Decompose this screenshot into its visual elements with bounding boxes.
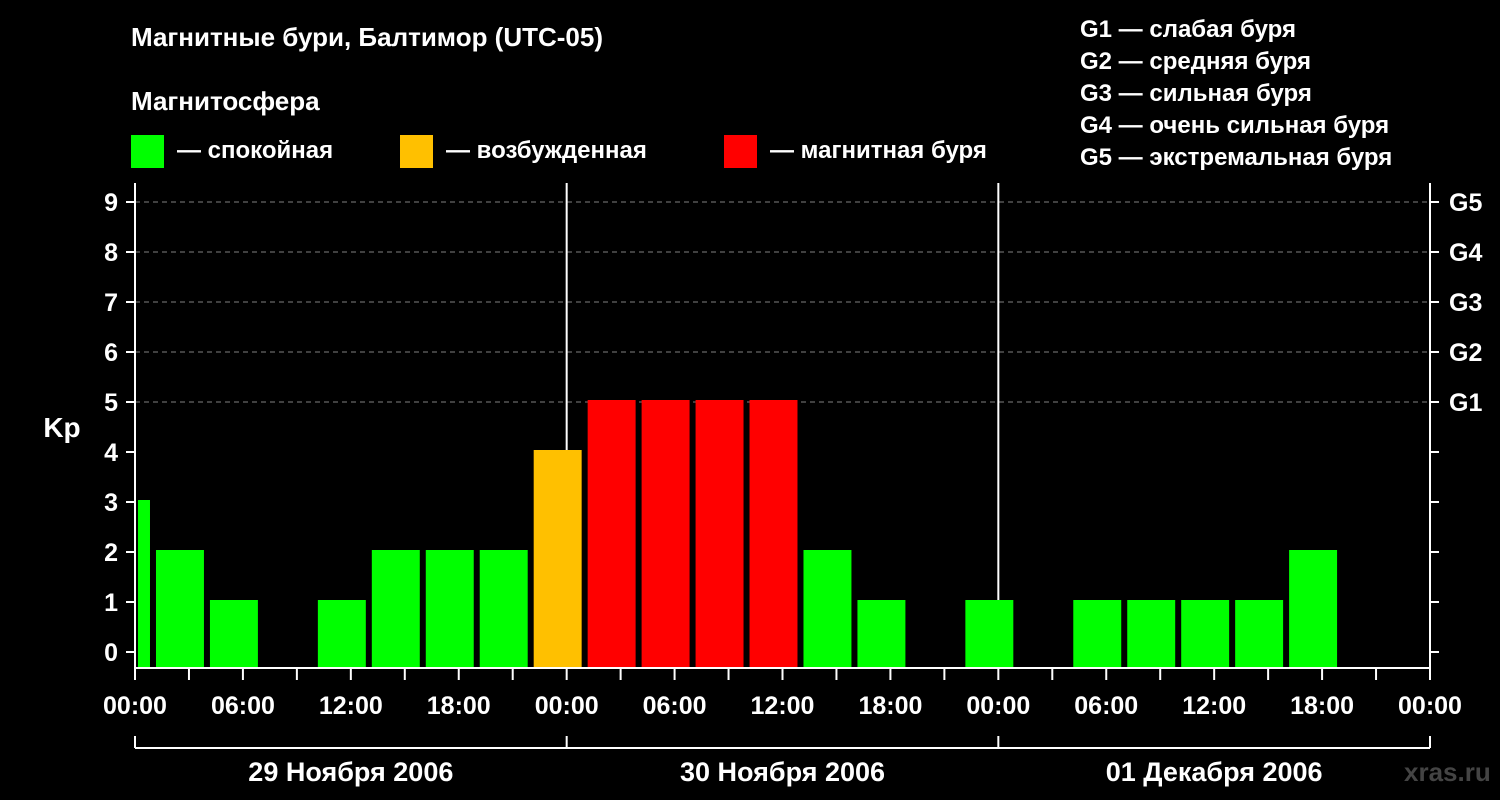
- kp-bar: [209, 600, 258, 668]
- day-label: 30 Ноября 2006: [680, 757, 885, 787]
- y-tick-label: 2: [104, 539, 118, 567]
- y-tick-label: 5: [104, 389, 118, 417]
- y-tick-label: 6: [104, 339, 118, 367]
- kp-bar: [641, 400, 690, 668]
- kp-bar: [587, 400, 636, 668]
- watermark: xras.ru: [1404, 757, 1491, 787]
- x-tick-label: 12:00: [319, 692, 383, 720]
- kp-chart: 0 1 2 3 4 5 6 7 8 9 G1 G2 G3 G4 G5 Kp 00:00 06:00 12:00 18:…: [43, 183, 1482, 787]
- x-tick-label: 18:00: [427, 692, 491, 720]
- kp-bar: [1235, 600, 1284, 668]
- g-scale-label: G1: [1449, 389, 1482, 417]
- kp-bar: [695, 400, 744, 668]
- x-tick-label: 06:00: [211, 692, 275, 720]
- x-tick-label: 00:00: [103, 692, 167, 720]
- day-label: 01 Декабря 2006: [1106, 757, 1323, 787]
- x-tick-label: 18:00: [1290, 692, 1354, 720]
- g-scale-label: G2: [1449, 339, 1482, 367]
- kp-bar: [138, 500, 150, 668]
- y-tick-label: 1: [104, 589, 118, 617]
- x-tick-label: 06:00: [1074, 692, 1138, 720]
- y-tick-label: 9: [104, 189, 118, 217]
- kp-bar: [425, 550, 474, 668]
- y-tick-label: 7: [104, 289, 118, 317]
- kp-bar: [965, 600, 1014, 668]
- y-tick-label: 3: [104, 489, 118, 517]
- kp-bar: [1289, 550, 1338, 668]
- kp-bar: [1127, 600, 1176, 668]
- kp-bar: [1073, 600, 1122, 668]
- kp-bar: [317, 600, 366, 668]
- x-tick-label: 12:00: [1182, 692, 1246, 720]
- g-scale-label: G3: [1449, 289, 1482, 317]
- x-tick-label: 18:00: [858, 692, 922, 720]
- x-tick-label: 06:00: [643, 692, 707, 720]
- kp-bar: [155, 550, 204, 668]
- y-axis-label: Kp: [43, 412, 80, 443]
- x-tick-label: 00:00: [966, 692, 1030, 720]
- kp-bar: [857, 600, 906, 668]
- kp-bar: [1181, 600, 1230, 668]
- kp-bar: [803, 550, 852, 668]
- g-scale-label: G5: [1449, 189, 1482, 217]
- y-tick-label: 8: [104, 239, 118, 267]
- x-tick-label: 00:00: [1398, 692, 1462, 720]
- kp-bar: [533, 450, 582, 668]
- y-tick-label: 0: [104, 639, 118, 667]
- x-tick-label: 00:00: [535, 692, 599, 720]
- day-label: 29 Ноября 2006: [248, 757, 453, 787]
- kp-bar: [749, 400, 798, 668]
- x-tick-label: 12:00: [751, 692, 815, 720]
- kp-bar: [479, 550, 528, 668]
- y-tick-label: 4: [104, 439, 118, 467]
- kp-bar: [371, 550, 420, 668]
- g-scale-label: G4: [1449, 239, 1482, 267]
